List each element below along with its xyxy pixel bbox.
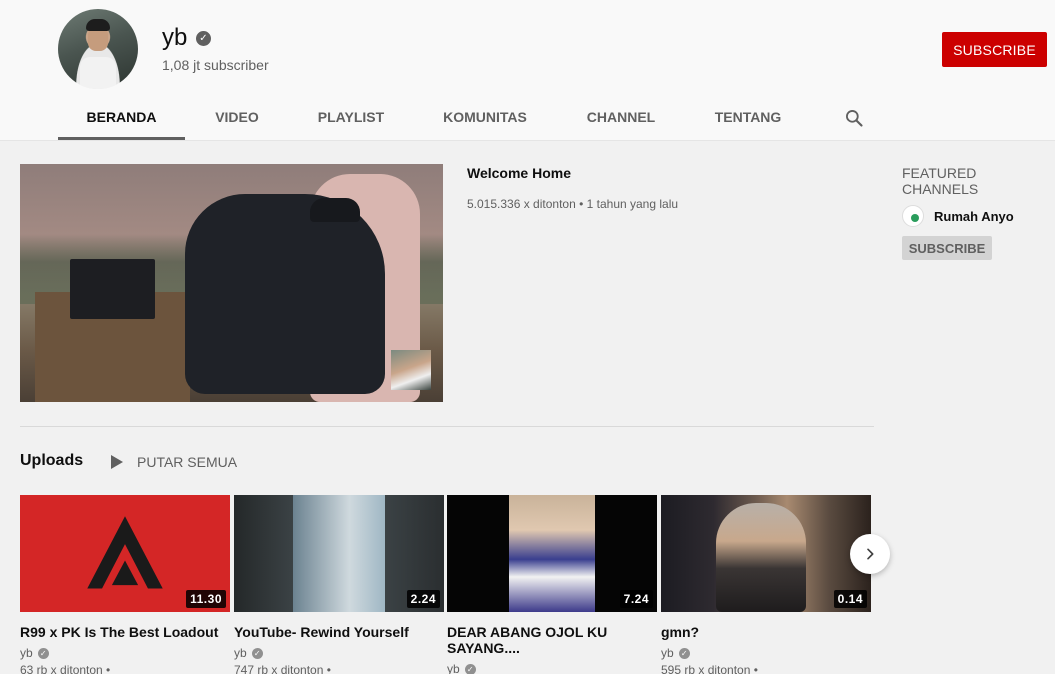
play-all-label: PUTAR SEMUA xyxy=(137,454,238,470)
subscriber-count: 1,08 jt subscriber xyxy=(162,57,269,73)
video-title[interactable]: YouTube- Rewind Yourself xyxy=(234,624,444,640)
video-duration: 7.24 xyxy=(619,590,653,608)
tab-channel[interactable]: CHANNEL xyxy=(557,96,685,140)
chevron-right-icon xyxy=(867,548,874,560)
video-channel-name[interactable]: yb xyxy=(20,646,33,660)
tab-komunitas[interactable]: KOMUNITAS xyxy=(413,96,557,140)
channel-tabs: BERANDA VIDEO PLAYLIST KOMUNITAS CHANNEL… xyxy=(58,96,811,140)
verified-icon: ✓ xyxy=(196,31,211,46)
tab-playlist[interactable]: PLAYLIST xyxy=(289,96,413,140)
video-duration: 11.30 xyxy=(186,590,226,608)
channel-avatar[interactable] xyxy=(58,9,138,89)
featured-video-meta: 5.015.336 x ditonton • 1 tahun yang lalu xyxy=(467,197,679,211)
video-views: 747 rb x ditonton • xyxy=(234,663,331,674)
featured-channel-avatar[interactable] xyxy=(902,205,924,227)
play-all-button[interactable]: PUTAR SEMUA xyxy=(108,452,237,472)
video-channel-name[interactable]: yb xyxy=(234,646,247,660)
video-views: 595 rb x ditonton • xyxy=(661,663,758,674)
video-thumbnail[interactable]: 11.30 xyxy=(20,495,230,612)
uploads-title[interactable]: Uploads xyxy=(20,452,83,470)
video-thumbnail[interactable]: 0.14 xyxy=(661,495,871,612)
subscribe-button[interactable]: SUBSCRIBE xyxy=(942,32,1047,67)
featured-video-thumbnail[interactable] xyxy=(20,164,443,402)
video-channel-name[interactable]: yb xyxy=(661,646,674,660)
video-channel-name[interactable]: yb xyxy=(447,662,460,674)
next-videos-button[interactable] xyxy=(850,534,890,574)
apex-logo-icon xyxy=(87,516,163,589)
search-icon[interactable] xyxy=(844,108,864,128)
video-title[interactable]: gmn? xyxy=(661,624,871,640)
video-card[interactable]: 2.24 YouTube- Rewind Yourself yb ✓ 747 r… xyxy=(234,495,444,674)
video-title[interactable]: R99 x PK Is The Best Loadout xyxy=(20,624,230,640)
video-card[interactable]: 11.30 R99 x PK Is The Best Loadout yb ✓ … xyxy=(20,495,230,674)
verified-icon: ✓ xyxy=(251,647,263,659)
play-icon xyxy=(111,455,123,469)
verified-icon: ✓ xyxy=(464,663,476,674)
channel-header: yb ✓ 1,08 jt subscriber SUBSCRIBE BERAND… xyxy=(0,0,1055,141)
video-views: 63 rb x ditonton • xyxy=(20,663,111,674)
video-duration: 2.24 xyxy=(406,590,440,608)
featured-channels-heading: FEATURED CHANNELS xyxy=(902,165,979,197)
video-card[interactable]: 0.14 gmn? yb ✓ 595 rb x ditonton • xyxy=(661,495,871,674)
tab-beranda[interactable]: BERANDA xyxy=(58,96,185,140)
video-thumbnail[interactable]: 2.24 xyxy=(234,495,444,612)
video-card[interactable]: 7.24 DEAR ABANG OJOL KU SAYANG.... yb ✓ xyxy=(447,495,657,674)
featured-channel-name[interactable]: Rumah Anyo xyxy=(934,209,1014,224)
channel-watermark xyxy=(391,350,431,390)
tab-video[interactable]: VIDEO xyxy=(185,96,289,140)
verified-icon: ✓ xyxy=(37,647,49,659)
channel-name: yb xyxy=(162,24,188,51)
section-divider xyxy=(20,426,874,427)
tab-tentang[interactable]: TENTANG xyxy=(685,96,811,140)
video-duration: 0.14 xyxy=(833,590,867,608)
video-title[interactable]: DEAR ABANG OJOL KU SAYANG.... xyxy=(447,624,657,656)
featured-video-title[interactable]: Welcome Home xyxy=(467,165,571,181)
verified-icon: ✓ xyxy=(678,647,690,659)
featured-channel-subscribe-button[interactable]: SUBSCRIBE xyxy=(902,236,992,260)
video-thumbnail[interactable]: 7.24 xyxy=(447,495,657,612)
